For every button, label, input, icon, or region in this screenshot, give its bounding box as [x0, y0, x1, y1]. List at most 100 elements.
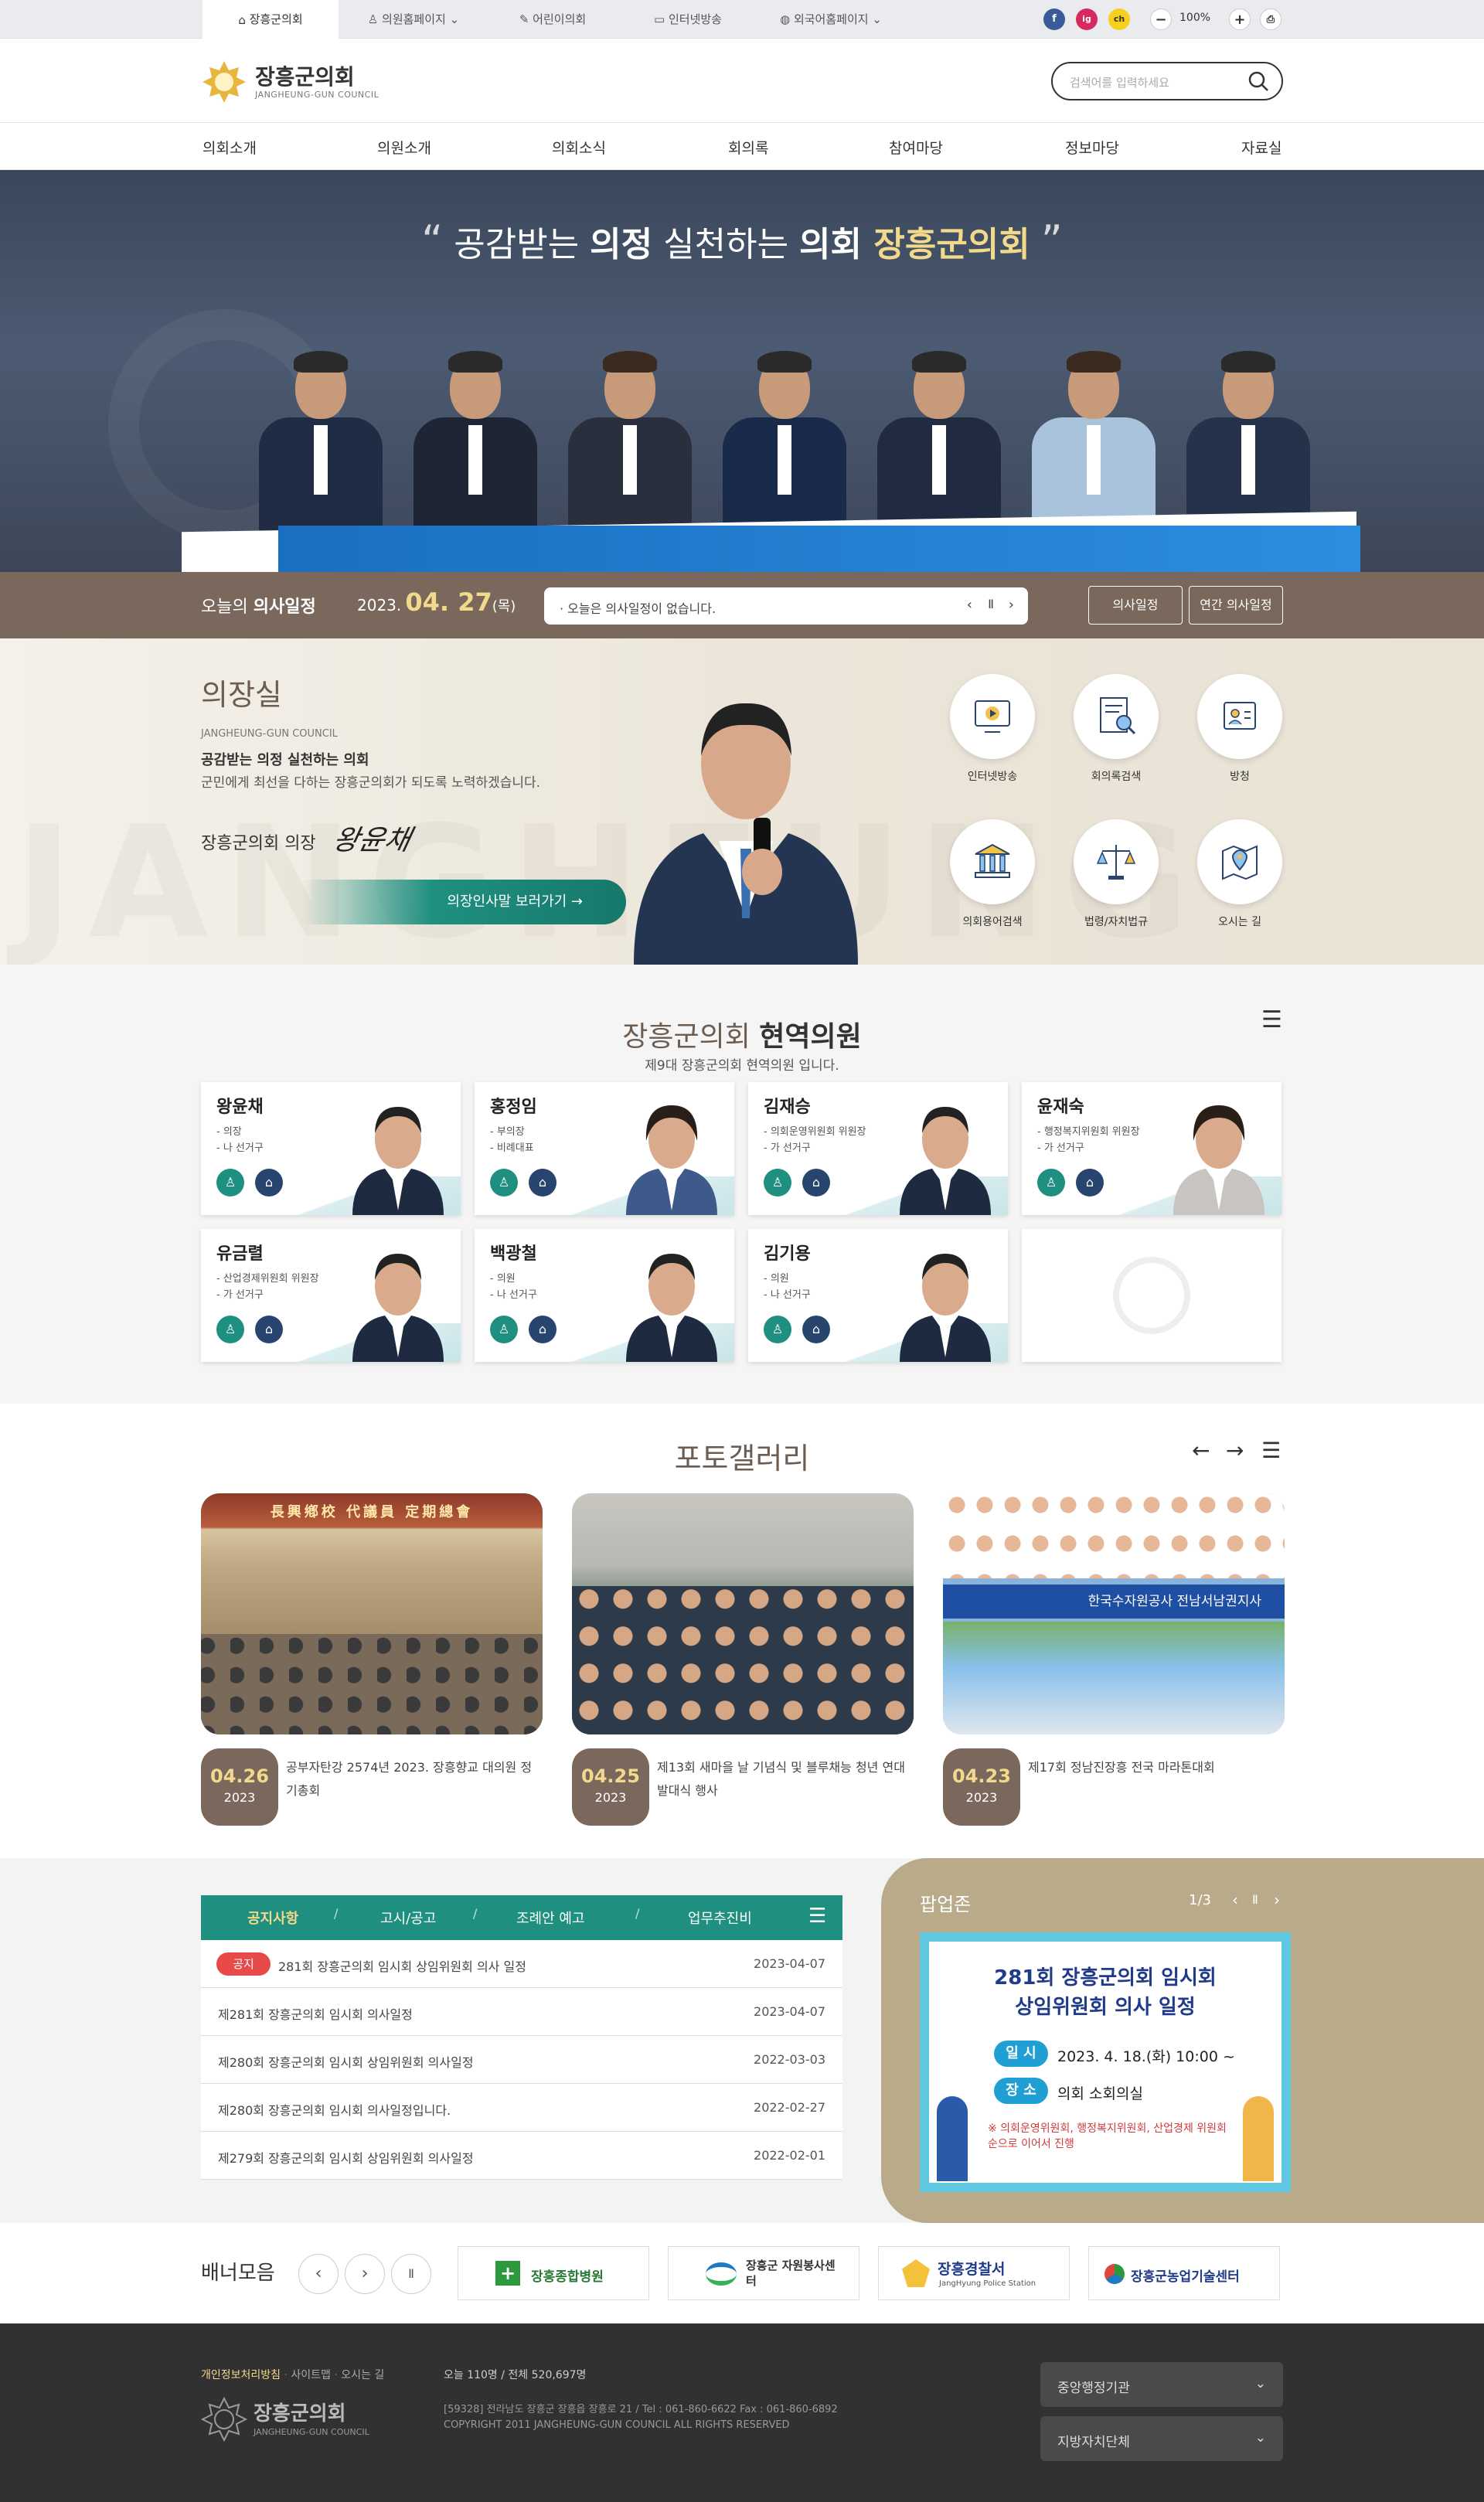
directions-link[interactable]: 오시는 길 [341, 2369, 384, 2381]
nav-council-intro[interactable]: 의회소개 [203, 137, 257, 158]
member-homepage-icon[interactable]: ⌂ [1076, 1169, 1104, 1197]
member-homepage-icon[interactable]: ⌂ [529, 1316, 556, 1343]
chair-greeting-button[interactable]: 의장인사말 보러가기 → [301, 880, 626, 924]
pause-icon[interactable]: Ⅱ [1252, 1892, 1258, 1907]
tab-ordinance[interactable]: 조례안 예고 [516, 1908, 585, 1928]
next-icon[interactable]: › [1009, 597, 1014, 613]
members-subtitle: 제9대 장흥군의회 현역의원 입니다. [645, 1058, 839, 1074]
member-profile-icon[interactable]: ♙ [1037, 1169, 1065, 1197]
quick-law[interactable]: 법령/자치법규 [1071, 819, 1161, 929]
notice-row[interactable]: 제281회 장흥군의회 임시회 의사일정 2023-04-07 [201, 1988, 842, 2036]
member-profile-icon[interactable]: ♙ [216, 1316, 244, 1343]
tab-notice[interactable]: 공지사항 [247, 1908, 298, 1928]
member-profile-icon[interactable]: ♙ [490, 1169, 518, 1197]
site-logo[interactable]: 장흥군의회 JANGHEUNG-GUN COUNCIL [201, 59, 433, 105]
banner-police[interactable]: 장흥경찰서 JangHyung Police Station [878, 2246, 1070, 2300]
arrow-left-icon[interactable]: ← [1192, 1438, 1210, 1463]
footer-copyright: COPYRIGHT 2011 JANGHEUNG-GUN COUNCIL ALL… [444, 2419, 790, 2431]
notice-row[interactable]: 제280회 장흥군의회 임시회 의사일정입니다. 2022-02-27 [201, 2084, 842, 2132]
quick-directions[interactable]: 오시는 길 [1195, 819, 1285, 929]
next-icon[interactable]: › [1274, 1891, 1280, 1909]
util-tab-broadcast[interactable]: ▭ 인터넷방송 [630, 0, 746, 39]
central-agency-select[interactable]: 중앙행정기관 ⌄ [1040, 2362, 1283, 2407]
member-card[interactable]: 윤재숙 - 행정복지위원회 위원장 - 가 선거구 ♙ ⌂ [1022, 1082, 1281, 1215]
notice-row[interactable]: 제280회 장흥군의회 임시회 상임위원회 의사일정 2022-03-03 [201, 2036, 842, 2084]
member-card[interactable]: 홍정임 - 부의장 - 비례대표 ♙ ⌂ [475, 1082, 734, 1215]
member-photo [900, 1254, 991, 1362]
util-tab-foreign[interactable]: ◍ 외국어홈페이지 ⌄ [761, 0, 900, 39]
today-schedule-bar: 오늘의 의사일정 2023. 04. 27(목) · 오늘은 의사일정이 없습니… [0, 572, 1484, 638]
nav-info[interactable]: 정보마당 [1065, 137, 1119, 158]
member-homepage-icon[interactable]: ⌂ [255, 1316, 283, 1343]
quick-minutes-search[interactable]: 회의록검색 [1071, 674, 1161, 784]
notice-title: 제280회 장흥군의회 임시회 의사일정입니다. [218, 2103, 451, 2118]
member-card[interactable]: 김재승 - 의회운영위원회 위원장 - 가 선거구 ♙ ⌂ [748, 1082, 1008, 1215]
gallery-item[interactable]: 長興鄕校 代議員 定期總會 04.26 2023 공부자탄강 2574년 2023… [201, 1493, 543, 1826]
gallery-item[interactable]: 한국수자원공사 전남서남권지사 04.23 2023 제17회 정남진장흥 전국 … [943, 1493, 1285, 1826]
quick-term-search[interactable]: 의회용어검색 [948, 819, 1037, 929]
chair-sign-label: 장흥군의회 의장 [201, 834, 316, 853]
nav-news[interactable]: 의회소식 [552, 137, 606, 158]
facebook-icon[interactable]: f [1043, 9, 1065, 30]
annual-schedule-button[interactable]: 연간 의사일정 [1189, 586, 1283, 625]
member-homepage-icon[interactable]: ⌂ [255, 1169, 283, 1197]
quick-broadcast[interactable]: 인터넷방송 [948, 674, 1037, 784]
broadcast-icon [975, 700, 1010, 733]
local-government-select[interactable]: 지방자치단체 ⌄ [1040, 2416, 1283, 2461]
print-icon[interactable]: ⎙ [1260, 9, 1281, 30]
banner-agriculture[interactable]: 장흥군농업기술센터 [1088, 2246, 1280, 2300]
tab-expenses[interactable]: 업무추진비 [688, 1908, 752, 1928]
kakao-channel-icon[interactable]: ch [1108, 9, 1130, 30]
member-card[interactable]: 김기용 - 의원 - 나 선거구 ♙ ⌂ [748, 1229, 1008, 1362]
member-homepage-icon[interactable]: ⌂ [802, 1316, 830, 1343]
prev-icon[interactable]: ‹ [967, 597, 972, 613]
tab-announcement[interactable]: 고시/공고 [380, 1908, 436, 1928]
menu-icon[interactable]: ☰ [1261, 1438, 1281, 1463]
search-box[interactable]: 검색어를 입력하세요 [1051, 62, 1283, 100]
menu-icon[interactable]: ☰ [808, 1905, 826, 1928]
privacy-link[interactable]: 개인정보처리방침 [201, 2369, 281, 2381]
member-profile-icon[interactable]: ♙ [490, 1316, 518, 1343]
nav-minutes[interactable]: 회의록 [728, 137, 768, 158]
util-tab-member-homepage[interactable]: ♙ 의원홈페이지 ⌄ [348, 0, 479, 39]
hero-banner: “ 공감받는 의정 실천하는 의회 장흥군의회 ” [0, 170, 1484, 572]
member-profile-icon[interactable]: ♙ [764, 1316, 791, 1343]
search-input[interactable]: 검색어를 입력하세요 [1070, 74, 1169, 90]
banner-volunteer[interactable]: 장흥군 자원봉사센터 [668, 2246, 859, 2300]
member-card[interactable]: 유금렬 - 산업경제위원회 위원장 - 가 선거구 ♙ ⌂ [201, 1229, 461, 1362]
sitemap-link[interactable]: 사이트맵 [291, 2369, 331, 2381]
banner-hospital[interactable]: + 장흥종합병원 [458, 2246, 649, 2300]
arrow-right-icon[interactable]: → [1226, 1438, 1244, 1463]
member-role: - 의원 - 나 선거구 [490, 1273, 537, 1301]
nav-participation[interactable]: 참여마당 [889, 137, 943, 158]
member-profile-icon[interactable]: ♙ [216, 1169, 244, 1197]
search-icon[interactable] [1247, 70, 1269, 92]
nav-archive[interactable]: 자료실 [1241, 137, 1281, 158]
util-tab-council[interactable]: ⌂ 장흥군의회 [203, 0, 339, 39]
menu-icon[interactable]: ☰ [1261, 1006, 1282, 1033]
member-homepage-icon[interactable]: ⌂ [802, 1169, 830, 1197]
notice-row[interactable]: 제279회 장흥군의회 임시회 상임위원회 의사일정 2022-02-01 [201, 2132, 842, 2180]
pause-icon[interactable]: Ⅱ [988, 597, 994, 611]
quick-attendance[interactable]: 방청 [1195, 674, 1285, 784]
member-role: - 부의장 - 비례대표 [490, 1126, 534, 1154]
util-tab-children[interactable]: ✎ 어린이의회 [495, 0, 611, 39]
zoom-in-button[interactable]: + [1229, 9, 1251, 30]
instagram-icon[interactable]: ig [1076, 9, 1098, 30]
gallery-item[interactable]: 04.25 2023 제13회 새마을 날 기념식 및 블루채능 청년 연대 발대… [572, 1493, 914, 1826]
member-card[interactable]: 왕윤채 - 의장 - 나 선거구 ♙ ⌂ [201, 1082, 461, 1215]
chair-line2: 군민에게 최선을 다하는 장흥군의회가 되도록 노력하겠습니다. [201, 775, 541, 791]
popup-card[interactable]: 281회 장흥군의회 임시회 상임위원회 의사 일정 일 시 2023. 4. 1… [920, 1932, 1291, 2192]
member-homepage-icon[interactable]: ⌂ [529, 1169, 556, 1197]
banner-next-button[interactable]: › [345, 2254, 385, 2294]
banner-prev-button[interactable]: ‹ [298, 2254, 339, 2294]
schedule-button[interactable]: 의사일정 [1088, 586, 1183, 625]
council-name: 장흥군의회 [255, 64, 355, 90]
banner-pause-button[interactable]: Ⅱ [391, 2254, 431, 2294]
member-profile-icon[interactable]: ♙ [764, 1169, 791, 1197]
zoom-out-button[interactable]: − [1150, 9, 1172, 30]
nav-members[interactable]: 의원소개 [377, 137, 431, 158]
prev-icon[interactable]: ‹ [1232, 1891, 1238, 1909]
member-card[interactable]: 백광철 - 의원 - 나 선거구 ♙ ⌂ [475, 1229, 734, 1362]
notice-row[interactable]: 공지 281회 장흥군의회 임시회 상임위원회 의사 일정 2023-04-07 [201, 1940, 842, 1988]
